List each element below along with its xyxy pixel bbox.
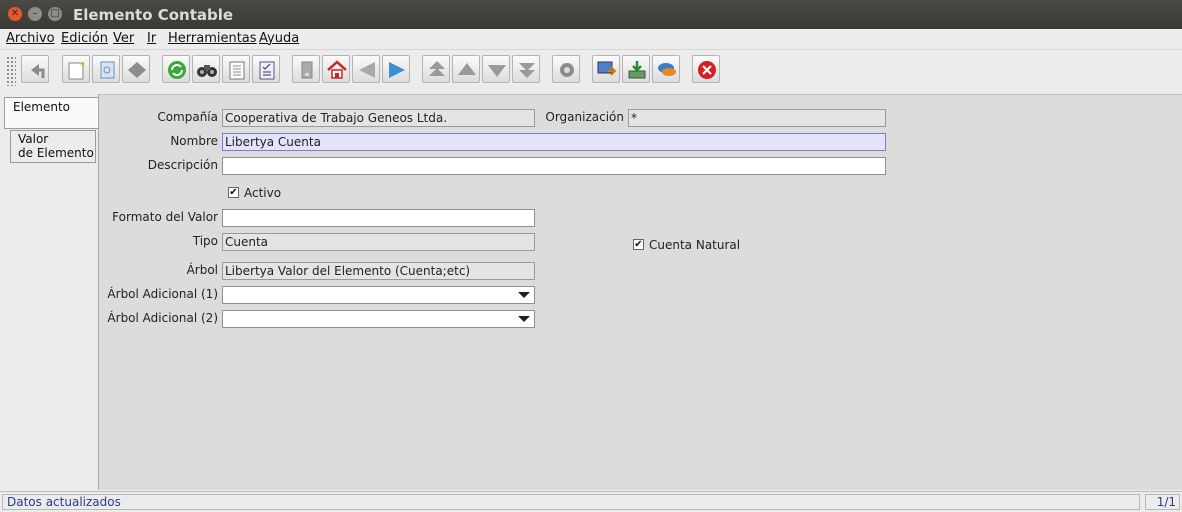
- window-title: Elemento Contable: [73, 6, 234, 24]
- undo-icon: [31, 64, 45, 78]
- last-record-button[interactable]: [512, 55, 540, 83]
- report-icon: [259, 61, 275, 80]
- organizacion-label: Organización: [545, 110, 624, 124]
- workflow-button[interactable]: [552, 55, 580, 83]
- chat-button[interactable]: [652, 55, 680, 83]
- history-button[interactable]: [292, 55, 320, 83]
- previous-button[interactable]: [352, 55, 380, 83]
- attachment-icon: [229, 61, 245, 80]
- activo-label: Activo: [244, 186, 282, 200]
- previous-icon: [359, 62, 375, 78]
- arbol-adicional-1-select[interactable]: [222, 286, 535, 304]
- last-record-icon: [519, 63, 535, 78]
- menu-ver[interactable]: Ver: [113, 31, 134, 46]
- undo-button[interactable]: [21, 55, 49, 83]
- descripcion-label: Descripción: [147, 158, 218, 172]
- window-close-button[interactable]: ✕: [8, 7, 22, 21]
- record-counter[interactable]: 1/1: [1145, 494, 1180, 510]
- new-record-icon: *: [68, 61, 85, 80]
- first-record-button[interactable]: [422, 55, 450, 83]
- arbol-label: Árbol: [186, 263, 218, 277]
- status-bar: Datos actualizados 1/1: [0, 491, 1182, 512]
- attachment-button[interactable]: [222, 55, 250, 83]
- next-record-button[interactable]: [482, 55, 510, 83]
- nombre-field[interactable]: Libertya Cuenta: [222, 133, 886, 151]
- copy-record-icon: [100, 61, 115, 79]
- menu-herramientas[interactable]: Herramientas: [168, 31, 257, 46]
- archive-button[interactable]: [622, 55, 650, 83]
- chevron-down-icon: [518, 292, 530, 298]
- organizacion-field[interactable]: *: [628, 109, 886, 127]
- tab-elemento[interactable]: Elemento: [4, 97, 98, 129]
- arbol-field[interactable]: Libertya Valor del Elemento (Cuenta;etc): [222, 262, 535, 280]
- copy-record-button[interactable]: [92, 55, 120, 83]
- zoom-across-button[interactable]: [592, 55, 620, 83]
- compania-label: Compañía: [157, 110, 218, 124]
- activo-checkbox[interactable]: ✔: [228, 187, 239, 198]
- close-window-button[interactable]: [692, 55, 720, 83]
- close-window-icon: [698, 61, 716, 79]
- tipo-label: Tipo: [192, 234, 218, 248]
- cuenta-natural-label: Cuenta Natural: [649, 238, 741, 252]
- archive-icon: [628, 61, 646, 79]
- chat-icon: [658, 63, 676, 76]
- descripcion-field[interactable]: [222, 157, 886, 175]
- cuenta-natural-checkbox[interactable]: ✔: [633, 239, 644, 250]
- arbol-adicional-2-select[interactable]: [222, 310, 535, 328]
- first-record-icon: [429, 61, 445, 76]
- next-icon: [389, 62, 405, 78]
- compania-field[interactable]: Cooperativa de Trabajo Geneos Ltda.: [222, 109, 535, 127]
- formato-valor-label: Formato del Valor: [112, 210, 218, 224]
- formato-valor-field[interactable]: [222, 209, 535, 227]
- menu-edicion[interactable]: Edición: [61, 31, 108, 46]
- toolbar: *: [0, 50, 1182, 93]
- chevron-down-icon: [518, 316, 530, 322]
- refresh-button[interactable]: [162, 55, 190, 83]
- arbol-adicional-2-label: Árbol Adicional (2): [107, 311, 218, 325]
- previous-record-button[interactable]: [452, 55, 480, 83]
- workflow-icon: [560, 63, 574, 77]
- nombre-label: Nombre: [170, 134, 218, 148]
- refresh-icon: [168, 61, 186, 79]
- find-button[interactable]: [192, 55, 220, 83]
- window-maximize-button[interactable]: □: [48, 7, 62, 21]
- menu-bar: Archivo Edición Ver Ir Herramientas Ayud…: [0, 29, 1182, 50]
- menu-ayuda[interactable]: Ayuda: [259, 31, 299, 46]
- menu-archivo[interactable]: Archivo: [6, 31, 55, 46]
- zoom-across-icon: [597, 61, 617, 76]
- tab-valor-de-elemento[interactable]: Valor de Elemento: [10, 130, 96, 163]
- delete-record-button[interactable]: [122, 55, 150, 83]
- window-minimize-button[interactable]: –: [28, 7, 42, 21]
- report-button[interactable]: [252, 55, 280, 83]
- status-message: Datos actualizados: [2, 494, 1140, 510]
- home-icon: [327, 60, 347, 79]
- next-button[interactable]: [382, 55, 410, 83]
- history-icon: [301, 61, 313, 79]
- delete-record-icon: [128, 62, 146, 78]
- previous-record-icon: [458, 63, 476, 75]
- title-bar: ✕ – □ Elemento Contable: [0, 0, 1182, 29]
- toolbar-grip[interactable]: [6, 56, 16, 86]
- svg-text:*: *: [80, 61, 85, 72]
- arbol-adicional-1-label: Árbol Adicional (1): [107, 287, 218, 301]
- menu-ir[interactable]: Ir: [147, 31, 156, 46]
- find-icon: [197, 65, 217, 77]
- tipo-field[interactable]: Cuenta: [222, 233, 535, 251]
- home-button[interactable]: [322, 55, 350, 83]
- new-record-button[interactable]: *: [62, 55, 90, 83]
- next-record-icon: [488, 65, 506, 77]
